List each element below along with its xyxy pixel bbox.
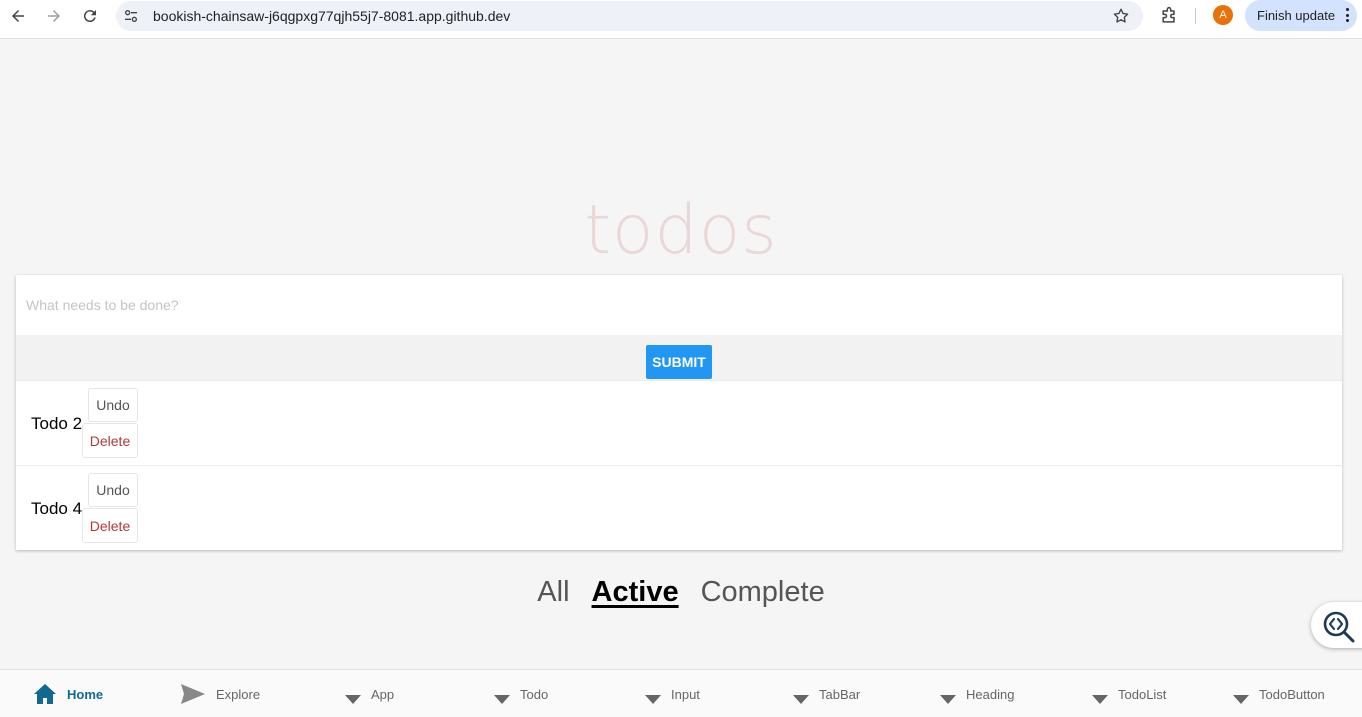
new-todo-input[interactable] (16, 275, 1342, 335)
arrow-left-icon (12, 10, 24, 22)
back-button[interactable] (4, 4, 32, 28)
triangle-down-icon (1233, 685, 1249, 704)
profile-avatar[interactable]: A (1213, 5, 1233, 25)
submit-button[interactable]: SUBMIT (646, 345, 712, 379)
filter-tabs: All Active Complete (0, 572, 1362, 612)
triangle-down-icon (494, 685, 510, 704)
undo-button[interactable]: Undo (88, 473, 138, 507)
triangle-down-icon (645, 685, 661, 704)
nav-item-home[interactable]: Home (33, 670, 103, 717)
nav-item-app[interactable]: App (345, 670, 394, 717)
todo-title: Todo 2 (31, 414, 83, 433)
reload-icon (83, 10, 96, 23)
nav-item-label: TodoButton (1259, 686, 1325, 702)
finish-update-label: Finish update (1257, 8, 1336, 23)
bookmark-star-icon[interactable] (1111, 6, 1131, 26)
nav-item-label: TodoList (1118, 686, 1167, 702)
toolbar-divider (1195, 8, 1196, 24)
forward-button[interactable] (40, 4, 68, 28)
nav-item-label: Todo (520, 686, 549, 702)
site-info-icon[interactable] (122, 7, 140, 25)
triangle-down-icon (940, 685, 956, 704)
nav-item-explore[interactable]: Explore (180, 670, 260, 717)
inspector-button[interactable] (1311, 602, 1362, 648)
triangle-down-icon (793, 685, 809, 704)
nav-item-label: Explore (216, 686, 261, 702)
bottom-nav: Home Explore App Todo Input TabBar Headi… (0, 669, 1362, 717)
nav-item-todo[interactable]: Todo (494, 670, 548, 717)
todo-card: SUBMIT Todo 2 Undo Delete Todo 4 Undo De… (16, 275, 1342, 550)
todo-item: Todo 2 Undo Delete (16, 381, 1342, 466)
home-icon (33, 683, 57, 705)
triangle-down-icon (1092, 685, 1108, 704)
nav-item-label: Home (67, 686, 104, 702)
tab-active[interactable]: Active (591, 572, 680, 612)
extensions-button[interactable] (1157, 4, 1181, 28)
todo-title: Todo 4 (31, 499, 83, 518)
nav-item-todolist[interactable]: TodoList (1092, 670, 1166, 717)
browser-toolbar: bookish-chainsaw-j6qgpxg77qjh55j7-8081.a… (0, 0, 1362, 39)
delete-button[interactable]: Delete (82, 508, 138, 543)
more-vert-icon (1345, 8, 1349, 22)
nav-item-todobutton[interactable]: TodoButton (1233, 670, 1325, 717)
send-icon (180, 683, 206, 705)
nav-item-label: Heading (966, 686, 1015, 702)
nav-item-heading[interactable]: Heading (940, 670, 1014, 717)
nav-item-tabbar[interactable]: TabBar (793, 670, 860, 717)
code-search-icon (1323, 611, 1355, 643)
tab-complete[interactable]: Complete (700, 572, 826, 612)
nav-item-label: TabBar (819, 686, 861, 702)
url-text: bookish-chainsaw-j6qgpxg77qjh55j7-8081.a… (153, 8, 511, 24)
nav-item-label: App (371, 686, 395, 702)
todo-item: Todo 4 Undo Delete (16, 466, 1342, 551)
arrow-right-icon (48, 10, 60, 22)
puzzle-icon (1162, 6, 1175, 23)
app-heading: todos (584, 191, 778, 270)
submit-row: SUBMIT (16, 335, 1342, 381)
reload-button[interactable] (76, 4, 104, 28)
address-bar[interactable]: bookish-chainsaw-j6qgpxg77qjh55j7-8081.a… (116, 1, 1143, 31)
finish-update-button[interactable]: Finish update (1245, 0, 1357, 31)
nav-item-label: Input (671, 686, 700, 702)
undo-button[interactable]: Undo (88, 388, 138, 422)
tab-all[interactable]: All (536, 572, 570, 612)
delete-button[interactable]: Delete (82, 423, 138, 458)
triangle-down-icon (345, 685, 361, 704)
nav-item-input[interactable]: Input (645, 670, 700, 717)
